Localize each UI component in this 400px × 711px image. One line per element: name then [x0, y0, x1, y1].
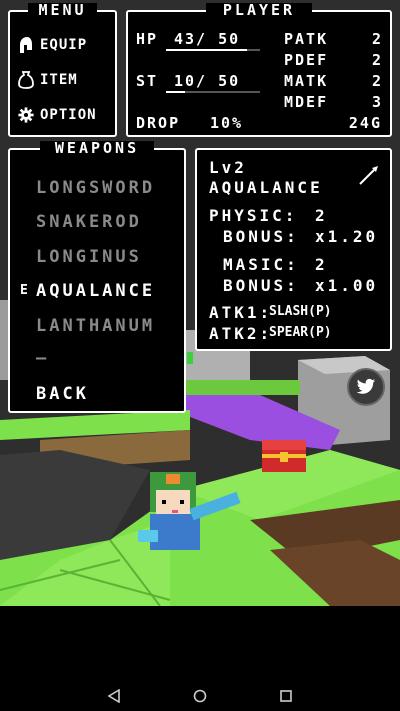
gear-icon [18, 107, 34, 123]
helmet-icon [20, 37, 32, 53]
weapon-item-longsword[interactable]: LONGSWORD [36, 178, 155, 198]
menu-item-option[interactable]: OPTION [18, 106, 97, 124]
masic-label: MASIC: [223, 255, 299, 274]
physic-label: PHYSIC: [209, 206, 298, 225]
gold-value: 24G [348, 114, 382, 132]
triangle-back-icon [107, 689, 120, 703]
masic-bonus-label: BONUS: [223, 276, 299, 295]
hp-value: 43/ 50 [174, 30, 241, 48]
twitter-icon [356, 378, 376, 394]
drop-label: DROP [136, 114, 181, 132]
lance-icon [359, 166, 378, 185]
equipped-marker: E [20, 283, 28, 298]
atk1-value: SLASH(P) [269, 304, 332, 319]
treasure-chest[interactable] [262, 440, 306, 472]
matk-label: MATK [284, 72, 329, 90]
menu-title: MENU [28, 3, 97, 18]
back-button[interactable]: BACK [36, 384, 89, 404]
nav-home-button[interactable] [190, 686, 210, 706]
physic-bonus-value: x1.20 [315, 227, 379, 246]
weapon-item-lanthanum[interactable]: LANTHANUM [36, 316, 155, 336]
hp-label: HP [136, 30, 159, 48]
menu-item-label: OPTION [40, 107, 97, 123]
menu-item-label: ITEM [40, 72, 78, 88]
twitter-share-button[interactable] [347, 368, 385, 406]
system-navbar [0, 606, 400, 711]
masic-value: 2 [315, 255, 328, 274]
pdef-value: 2 [372, 51, 384, 69]
hp-bar-fill [166, 49, 247, 51]
physic-bonus-label: BONUS: [223, 227, 299, 246]
weapon-name: AQUALANCE [209, 178, 323, 197]
atk2-value: SPEAR(P) [269, 325, 332, 340]
patk-label: PATK [284, 30, 329, 48]
masic-bonus-value: x1.00 [315, 276, 379, 295]
hp-bar [166, 49, 260, 51]
st-label: ST [136, 72, 159, 90]
weapon-item-aqualance[interactable]: AQUALANCE [36, 281, 155, 301]
st-bar-fill [166, 91, 185, 93]
weapon-level: Lv2 [209, 158, 247, 177]
mdef-label: MDEF [284, 93, 329, 111]
st-value: 10/ 50 [174, 72, 241, 90]
square-recents-icon [280, 690, 292, 702]
matk-value: 2 [372, 72, 384, 90]
menu-panel: MENU EQUIP ITEM OPTION [8, 3, 117, 137]
player-panel: PLAYER HP 43/ 50 ST 10/ 50 PATK 2 PDEF 2… [126, 3, 392, 137]
atk2-label: ATK2: [209, 324, 273, 343]
weapons-panel: WEAPONS LONGSWORD SNAKEROD LONGINUS E AQ… [8, 141, 186, 413]
nav-back-button[interactable] [104, 686, 124, 706]
physic-value: 2 [315, 206, 328, 225]
weapon-item-longinus[interactable]: LONGINUS [36, 247, 142, 267]
weapons-title: WEAPONS [40, 141, 154, 156]
patk-value: 2 [372, 30, 384, 48]
nav-recents-button[interactable] [276, 686, 296, 706]
atk1-label: ATK1: [209, 303, 273, 322]
menu-item-item[interactable]: ITEM [18, 71, 78, 89]
drop-value: 10% [210, 114, 244, 132]
bag-icon [18, 71, 34, 89]
st-bar [166, 91, 260, 93]
menu-item-label: EQUIP [40, 37, 88, 53]
weapon-item-snakerod[interactable]: SNAKEROD [36, 212, 142, 232]
pdef-label: PDEF [284, 51, 329, 69]
menu-item-equip[interactable]: EQUIP [18, 36, 87, 54]
circle-home-icon [193, 689, 207, 703]
weapon-detail-panel: Lv2 AQUALANCE PHYSIC: 2 BONUS: x1.20 MAS… [195, 148, 392, 351]
mdef-value: 3 [372, 93, 384, 111]
player-title: PLAYER [206, 3, 312, 18]
weapon-item-empty[interactable]: — [36, 348, 49, 368]
